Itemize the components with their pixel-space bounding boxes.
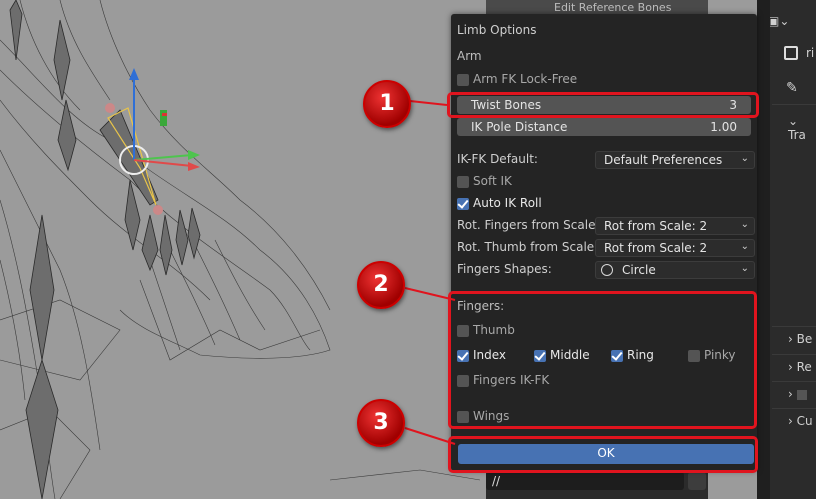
callout-badge-2: 2 [357, 261, 405, 309]
callout-badge-1: 1 [363, 80, 411, 128]
callout-lines [404, 100, 456, 445]
callout-badge-3: 3 [357, 399, 405, 447]
